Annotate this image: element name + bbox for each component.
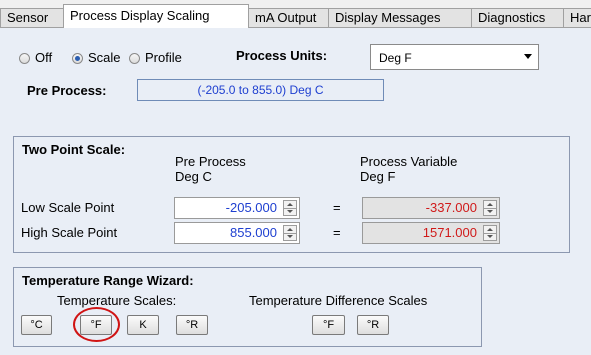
process-variable-column-unit: Deg F [360,169,396,184]
temperature-range-wizard-group: Temperature Range Wizard: Temperature Sc… [13,267,482,347]
profile-label: Profile [145,50,182,65]
high-scale-point-label: High Scale Point [21,225,118,240]
process-display-scaling-page: Off Scale Profile Process Units: Deg F P… [0,28,591,355]
pre-process-range: (-205.0 to 855.0) Deg C [137,79,384,101]
pre-process-column-unit: Deg C [175,169,212,184]
off-radio[interactable] [19,53,30,64]
scale-label: Scale [88,50,121,65]
celsius-scale-button[interactable]: °C [21,315,52,335]
pre-process-column-header: Pre Process [175,154,246,169]
spin-down-icon [487,235,493,238]
tab-process-display-scaling[interactable]: Process Display Scaling [63,4,249,28]
high-pre-process-input[interactable]: 855.000 [174,222,300,244]
profile-radio[interactable] [129,53,140,64]
low-pre-process-input[interactable]: -205.000 [174,197,300,219]
rankine-difference-button[interactable]: °R [357,315,389,335]
two-point-scale-title: Two Point Scale: [22,142,126,157]
spin-down-icon [287,235,293,238]
high-process-variable-value: 1571.000 [422,225,477,240]
high-equals-sign: = [333,225,341,240]
spin-up-icon [487,228,493,231]
tab-diagnostics[interactable]: Diagnostics [471,8,564,27]
spin-up-icon [287,228,293,231]
process-units-value: Deg F [379,51,412,65]
rankine-scale-button[interactable]: °R [176,315,208,335]
high-pre-process-spinner[interactable] [283,225,297,241]
spin-up-icon [287,203,293,206]
low-equals-sign: = [333,200,341,215]
spin-up-icon [487,203,493,206]
scale-radio[interactable] [72,53,83,64]
pre-process-label: Pre Process: [27,83,107,98]
tab-hart-truncated[interactable]: Har [563,8,591,27]
tab-sensor[interactable]: Sensor [0,8,64,27]
high-pre-process-value: 855.000 [230,225,277,240]
low-scale-point-label: Low Scale Point [21,200,115,215]
temperature-difference-scales-label: Temperature Difference Scales [249,293,428,308]
tab-bar: Sensor Process Display Scaling mA Output… [0,0,591,28]
low-pre-process-spinner[interactable] [283,200,297,216]
tab-ma-output[interactable]: mA Output [248,8,329,27]
process-units-label: Process Units: [236,48,328,63]
tab-display-messages[interactable]: Display Messages [328,8,472,27]
high-process-variable-input: 1571.000 [362,222,500,244]
kelvin-scale-button[interactable]: K [127,315,159,335]
low-process-variable-spinner [483,200,497,216]
off-label: Off [35,50,53,65]
process-units-select[interactable]: Deg F [370,44,539,70]
high-process-variable-spinner [483,225,497,241]
low-process-variable-input: -337.000 [362,197,500,219]
temperature-scales-label: Temperature Scales: [57,293,177,308]
two-point-scale-group: Two Point Scale: Pre Process Deg C Proce… [13,136,570,253]
process-variable-column-header: Process Variable [360,154,458,169]
wizard-title: Temperature Range Wizard: [22,273,194,288]
low-pre-process-value: -205.000 [225,200,277,215]
fahrenheit-difference-button[interactable]: °F [312,315,345,335]
low-process-variable-value: -337.000 [425,200,477,215]
spin-down-icon [287,210,293,213]
chevron-down-icon [524,54,532,59]
spin-down-icon [487,210,493,213]
fahrenheit-scale-button[interactable]: °F [80,315,112,335]
